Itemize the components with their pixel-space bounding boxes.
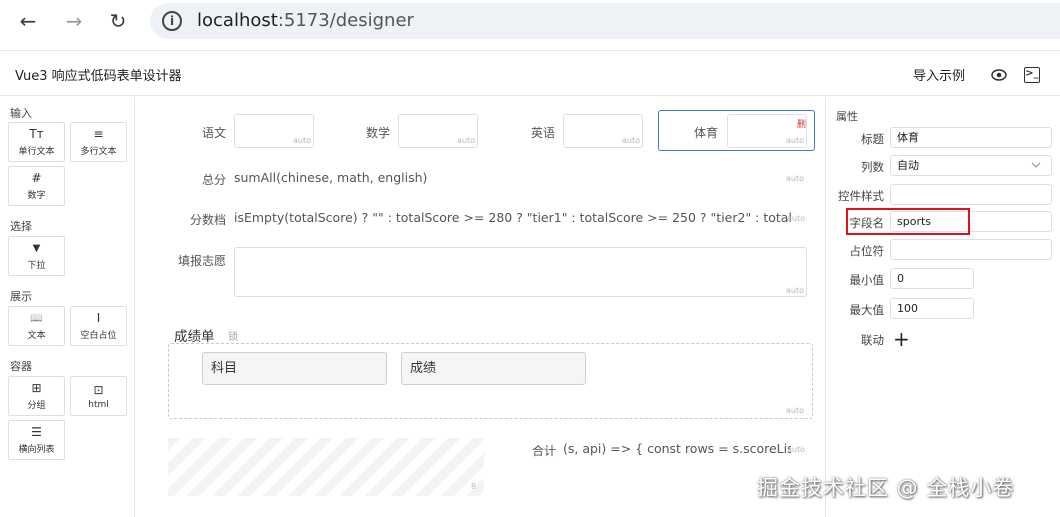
auto-tag: auto — [786, 406, 805, 415]
import-example-button[interactable]: 导入示例 — [913, 65, 965, 84]
list-icon: ☰ — [31, 425, 42, 439]
spacer-placeholder[interactable] — [168, 438, 484, 496]
field-textarea-wish[interactable] — [234, 247, 807, 297]
prop-input-max[interactable]: 100 — [890, 298, 974, 319]
field-label-english: 英语 — [530, 126, 555, 140]
auto-tag: auto — [787, 445, 806, 454]
palette-item-dropdown[interactable]: ▼ 下拉 — [8, 236, 65, 276]
delete-icon[interactable]: 删 — [797, 117, 806, 130]
palette-item-label: 数字 — [27, 191, 46, 201]
table-column-subject[interactable]: 科目 — [202, 352, 387, 385]
prop-label-placeholder: 占位符 — [849, 244, 885, 258]
url-text[interactable]: localhost:5173/designer — [197, 10, 414, 31]
palette-item-label: 空白占位 — [80, 331, 117, 341]
browser-toolbar: ← → ↻ i localhost:5173/designer — [0, 0, 1060, 42]
prop-select-value: 自动 — [897, 159, 919, 172]
field-label-tier: 分数档 — [189, 213, 226, 227]
cursor-icon: I — [96, 311, 101, 325]
palette-item-label: 多行文本 — [80, 147, 117, 157]
properties-title: 属性 — [836, 110, 858, 123]
triangle-down-icon: ▼ — [32, 243, 41, 254]
auto-tag: auto — [293, 136, 312, 145]
palette-item-label: html — [88, 399, 109, 410]
terminal-icon[interactable]: >_ — [1024, 67, 1040, 83]
field-label-chinese: 语文 — [201, 126, 226, 140]
forward-arrow-icon[interactable]: → — [62, 9, 86, 33]
app-header: Vue3 响应式低码表单设计器 导入示例 >_ — [0, 50, 1060, 96]
group-title-select: 选择 — [10, 220, 32, 233]
book-icon: 📖 — [30, 313, 43, 324]
table-title: 成绩单 — [174, 329, 215, 345]
eye-icon[interactable] — [991, 68, 1007, 82]
prop-select-columns[interactable]: 自动 — [890, 155, 1052, 176]
palette-item-text[interactable]: 📖 文本 — [8, 306, 65, 346]
palette-item-number[interactable]: # 数字 — [8, 166, 65, 206]
prop-label-columns: 列数 — [861, 160, 884, 174]
url-host: localhost — [197, 10, 278, 31]
auto-tag: auto — [622, 136, 641, 145]
field-label-sum: 合计 — [531, 444, 556, 458]
group-title-display: 展示 — [10, 290, 32, 303]
lines-icon: ≡ — [93, 127, 104, 141]
auto-tag: auto — [786, 136, 805, 145]
text-icon: Tт — [29, 127, 44, 141]
palette-item-group[interactable]: ⊞ 分组 — [8, 376, 65, 416]
reload-icon[interactable]: ↻ — [106, 9, 130, 33]
field-label-sports: 体育 — [693, 126, 718, 140]
spacer-number: 8 — [471, 482, 477, 491]
lock-toggle[interactable]: 锁 — [228, 328, 238, 343]
field-label-math: 数学 — [365, 126, 390, 140]
palette-item-multi-text[interactable]: ≡ 多行文本 — [70, 122, 127, 162]
palette-item-spacer[interactable]: I 空白占位 — [70, 306, 127, 346]
add-linkage-icon[interactable]: + — [893, 328, 910, 350]
auto-tag: auto — [786, 286, 805, 295]
prop-input-title[interactable]: 体育 — [890, 127, 1052, 148]
group-title-container: 容器 — [10, 360, 32, 373]
site-info-icon[interactable]: i — [162, 11, 182, 31]
auto-tag: auto — [457, 136, 476, 145]
hash-icon: # — [31, 171, 42, 185]
palette-item-label: 横向列表 — [18, 445, 55, 455]
sum-formula[interactable]: (s, api) => { const rows = s.scoreList |… — [563, 441, 791, 456]
back-arrow-icon[interactable]: ← — [16, 9, 40, 33]
app-title: Vue3 响应式低码表单设计器 — [15, 69, 182, 84]
prop-input-style[interactable] — [890, 184, 1052, 205]
prop-label-min: 最小值 — [849, 273, 885, 287]
table-column-score[interactable]: 成绩 — [401, 352, 586, 385]
url-path: :5173/designer — [277, 10, 414, 31]
prop-label-title: 标题 — [861, 132, 884, 146]
address-bar[interactable]: i localhost:5173/designer — [150, 3, 1060, 39]
chevron-down-icon — [1031, 162, 1041, 168]
palette-item-label: 下拉 — [27, 261, 46, 271]
prop-label-max: 最大值 — [849, 303, 885, 317]
palette-item-html[interactable]: ⊡ html — [70, 376, 127, 416]
total-formula[interactable]: sumAll(chinese, math, english) — [234, 170, 427, 185]
auto-tag: auto — [787, 214, 806, 223]
palette-item-label: 分组 — [27, 401, 46, 411]
prop-label-style: 控件样式 — [838, 189, 884, 203]
prop-label-linkage: 联动 — [861, 333, 884, 347]
tier-formula[interactable]: isEmpty(totalScore) ? "" : totalScore >=… — [234, 210, 792, 225]
prop-input-placeholder[interactable] — [890, 239, 1052, 260]
field-label-total: 总分 — [201, 173, 226, 187]
palette-item-label: 单行文本 — [18, 147, 55, 157]
prop-input-min[interactable]: 0 — [890, 268, 974, 289]
auto-tag: auto — [786, 174, 805, 183]
grid-icon: ⊞ — [31, 381, 42, 395]
annotation-highlight — [846, 208, 970, 235]
field-label-wish: 填报志愿 — [177, 254, 226, 268]
palette-item-label: 文本 — [27, 331, 46, 341]
watermark-text: 掘金技术社区 @ 全栈小卷 — [757, 476, 1015, 500]
code-box-icon: ⊡ — [93, 382, 104, 397]
palette-item-horizontal-list[interactable]: ☰ 横向列表 — [8, 420, 65, 460]
palette-item-single-text[interactable]: Tт 单行文本 — [8, 122, 65, 162]
group-title-input: 输入 — [10, 107, 32, 120]
